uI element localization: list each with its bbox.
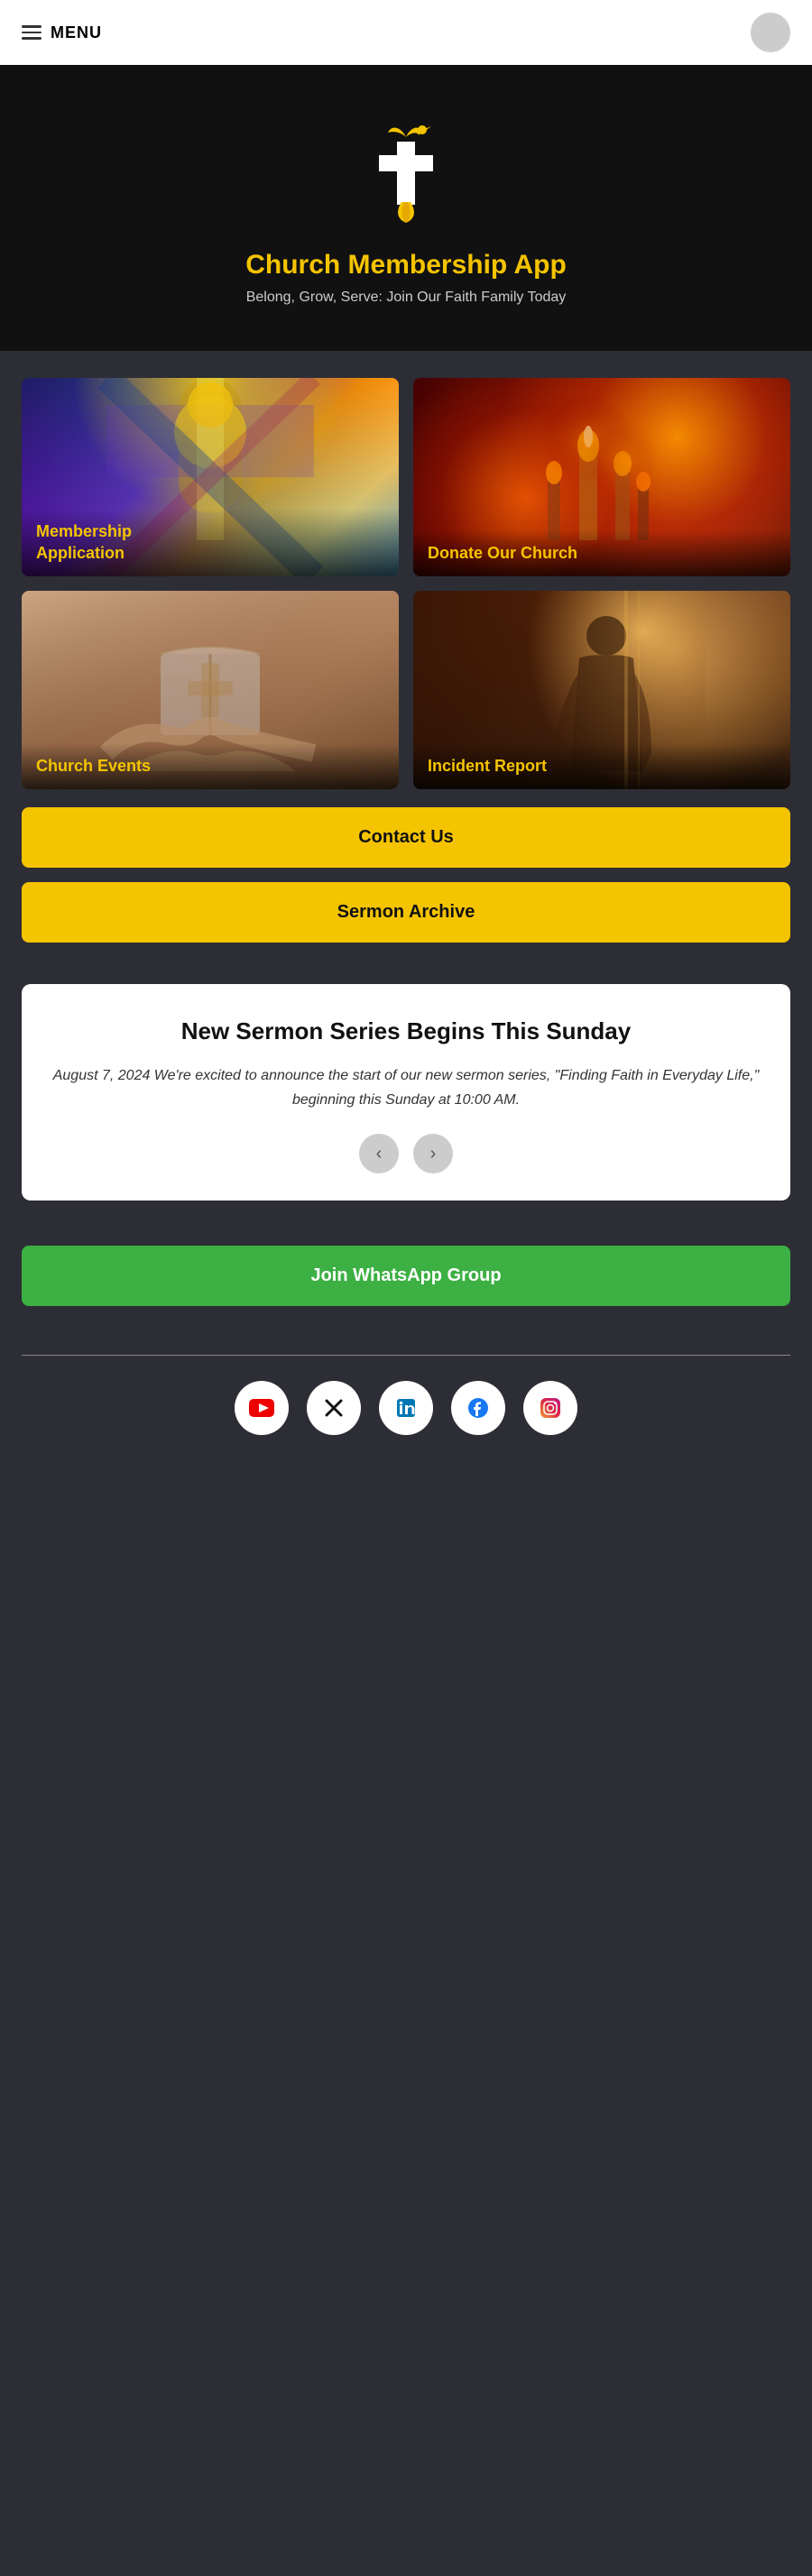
events-label: Church Events — [22, 743, 399, 789]
announcement-body: August 7, 2024 We're excited to announce… — [49, 1063, 763, 1112]
whatsapp-section: Join WhatsApp Group — [0, 1228, 812, 1333]
logo-container — [36, 119, 776, 232]
contact-button[interactable]: Contact Us — [22, 807, 790, 868]
announcement-title: New Sermon Series Begins This Sunday — [49, 1017, 763, 1047]
grid-section: MembershipApplication — [0, 351, 812, 975]
announcement-card: New Sermon Series Begins This Sunday Aug… — [22, 984, 790, 1201]
twitter-x-icon — [323, 1397, 345, 1419]
donate-card[interactable]: Donate Our Church — [413, 378, 790, 576]
donate-label: Donate Our Church — [413, 530, 790, 576]
social-section — [0, 1356, 812, 1471]
twitter-x-button[interactable] — [307, 1381, 361, 1435]
hero-section: Church Membership App Belong, Grow, Serv… — [0, 65, 812, 351]
avatar[interactable] — [751, 13, 790, 52]
facebook-icon — [467, 1397, 489, 1419]
instagram-button[interactable] — [523, 1381, 577, 1435]
app-title: Church Membership App — [36, 250, 776, 281]
incident-card[interactable]: Incident Report — [413, 591, 790, 789]
instagram-icon — [540, 1397, 561, 1419]
youtube-button[interactable] — [235, 1381, 289, 1435]
church-logo — [352, 119, 460, 227]
prev-button[interactable]: ‹ — [359, 1134, 399, 1173]
membership-card[interactable]: MembershipApplication — [22, 378, 399, 576]
sermon-button[interactable]: Sermon Archive — [22, 882, 790, 943]
events-card[interactable]: Church Events — [22, 591, 399, 789]
card-grid: MembershipApplication — [22, 378, 790, 789]
hamburger-icon — [22, 25, 42, 40]
membership-label: MembershipApplication — [22, 509, 399, 576]
announcement-section: New Sermon Series Begins This Sunday Aug… — [0, 975, 812, 1228]
app-subtitle: Belong, Grow, Serve: Join Our Faith Fami… — [36, 290, 776, 306]
facebook-button[interactable] — [451, 1381, 505, 1435]
whatsapp-button[interactable]: Join WhatsApp Group — [22, 1246, 790, 1306]
app-header: MENU — [0, 0, 812, 65]
linkedin-icon — [395, 1397, 417, 1419]
incident-label: Incident Report — [413, 743, 790, 789]
next-button[interactable]: › — [413, 1134, 453, 1173]
menu-label: MENU — [51, 23, 102, 42]
youtube-icon — [249, 1399, 274, 1417]
menu-button[interactable]: MENU — [22, 23, 102, 42]
nav-arrows: ‹ › — [49, 1134, 763, 1173]
linkedin-button[interactable] — [379, 1381, 433, 1435]
